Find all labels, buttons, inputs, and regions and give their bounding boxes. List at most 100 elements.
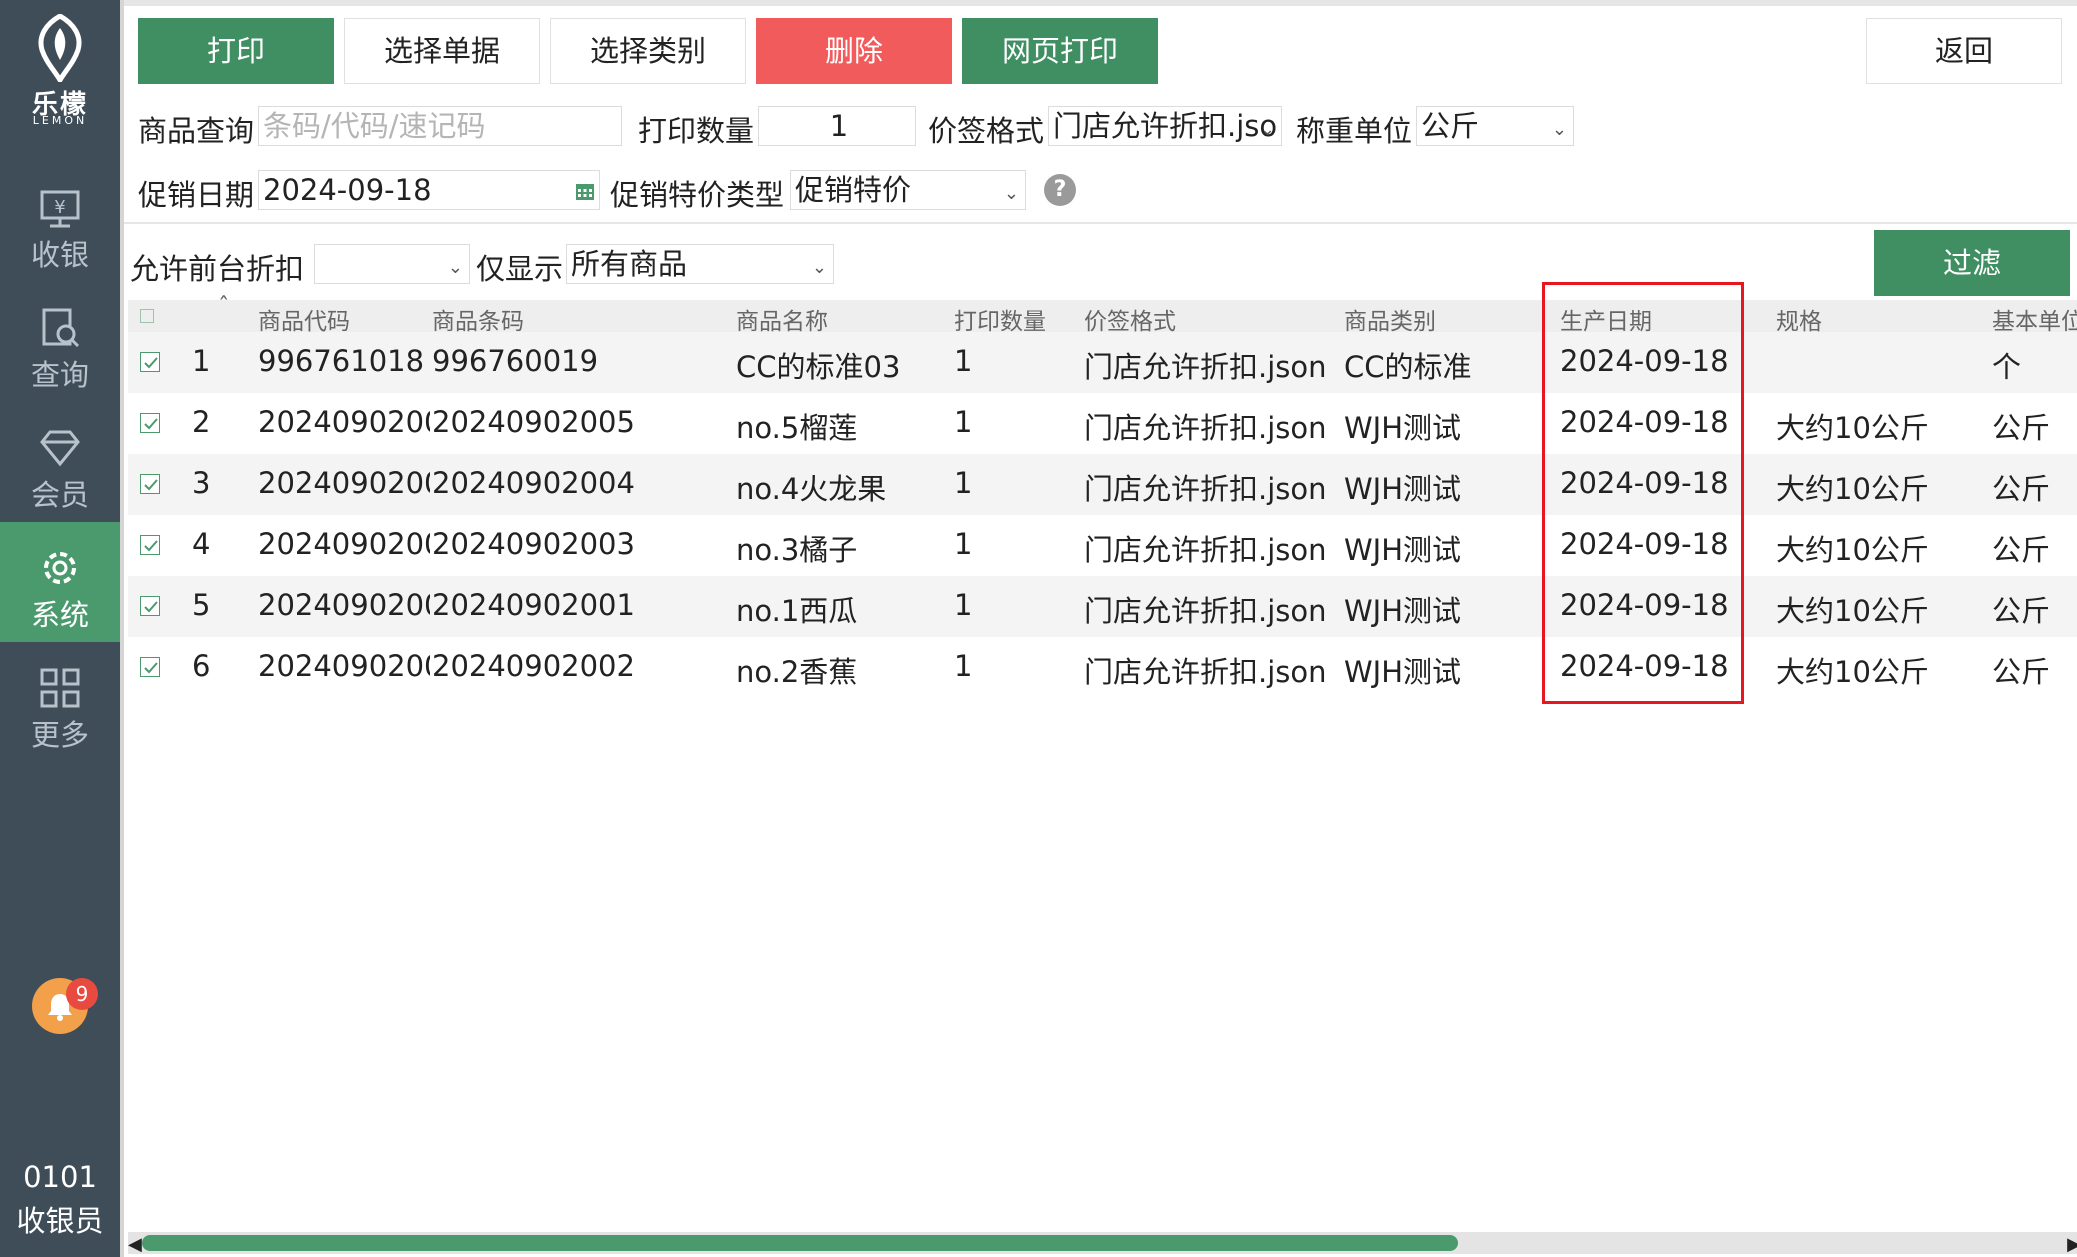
col-code[interactable]: 商品代码	[258, 302, 350, 336]
section-divider	[124, 222, 2077, 224]
select-category-button[interactable]: 选择类别	[550, 18, 746, 84]
user-role: 收银员	[16, 1204, 104, 1238]
show-only-select[interactable]: 所有商品 ⌄	[566, 244, 834, 284]
scroll-right-icon[interactable]: ▶	[2067, 1234, 2077, 1255]
cell-code: 996761018	[258, 344, 425, 378]
main-panel: 打印 选择单据 选择类别 删除 网页打印 返回 商品查询 条码/代码/速记码 打…	[120, 0, 2077, 1257]
sidebar-item-cashier[interactable]: ¥ 收银	[0, 162, 120, 282]
check-icon	[144, 357, 158, 369]
table-row[interactable]: 1 996761018 996760019 CC的标准03 1 门店允许折扣.json CC…	[128, 332, 2077, 393]
grid-icon	[40, 668, 80, 708]
row-checkbox[interactable]	[140, 413, 160, 433]
horizontal-scrollbar[interactable]: ◀ ▶	[128, 1232, 2077, 1255]
cell-format: 门店允许折扣.json	[1084, 533, 1327, 567]
sidebar-item-label: 系统	[30, 598, 89, 632]
weigh-unit-label: 称重单位	[1296, 114, 1413, 148]
table-row[interactable]: 3 2024090200420240902004 no.4火龙果 1 门店允许折扣.js…	[128, 454, 2077, 515]
cell-barcode: 20240902004	[432, 466, 635, 500]
sidebar: 乐檬 LEMON ¥ 收银 查询 会员 系统 更多 9 0101 收银员	[0, 0, 120, 1257]
cell-qty: 1	[954, 344, 973, 378]
cell-barcode: 20240902003	[432, 527, 635, 561]
sidebar-item-member[interactable]: 会员	[0, 402, 120, 522]
col-unit[interactable]: 基本单位	[1992, 302, 2077, 336]
query-icon	[42, 308, 80, 348]
cell-index: 6	[192, 649, 211, 683]
sidebar-item-system[interactable]: 系统	[0, 522, 120, 642]
cell-category: CC的标准	[1344, 350, 1472, 384]
product-query-label: 商品查询	[138, 114, 255, 148]
weigh-unit-value: 公斤	[1421, 109, 1480, 143]
filter-button[interactable]: 过滤	[1874, 230, 2070, 296]
check-icon	[144, 479, 158, 491]
sidebar-item-label: 收银	[30, 238, 89, 272]
col-format[interactable]: 价签格式	[1084, 302, 1176, 336]
sidebar-item-query[interactable]: 查询	[0, 282, 120, 402]
select-all-checkbox[interactable]	[140, 309, 154, 323]
weigh-unit-select[interactable]: 公斤 ⌄	[1416, 106, 1574, 146]
cell-code: 20240902004	[258, 466, 430, 500]
help-icon[interactable]: ?	[1044, 174, 1076, 206]
check-icon	[144, 662, 158, 674]
cell-format: 门店允许折扣.json	[1084, 472, 1327, 506]
col-barcode[interactable]: 商品条码	[432, 302, 524, 336]
lemon-logo-icon	[38, 14, 82, 82]
cell-format: 门店允许折扣.json	[1084, 350, 1327, 384]
cell-category: WJH测试	[1344, 655, 1462, 689]
delete-button[interactable]: 删除	[756, 18, 952, 84]
app-logo: 乐檬 LEMON	[0, 0, 120, 150]
cell-code: 20240902003	[258, 527, 430, 561]
product-query-input[interactable]: 条码/代码/速记码	[258, 106, 622, 146]
cell-unit: 公斤	[1992, 411, 2051, 445]
cell-format: 门店允许折扣.json	[1084, 655, 1327, 689]
cell-category: WJH测试	[1344, 472, 1462, 506]
scrollbar-thumb[interactable]	[142, 1235, 1458, 1251]
sidebar-item-label: 会员	[30, 478, 89, 512]
row-checkbox[interactable]	[140, 352, 160, 372]
col-name[interactable]: 商品名称	[736, 302, 828, 336]
table-row[interactable]: 4 2024090200320240902003 no.3橘子 1 门店允许折扣.jso…	[128, 515, 2077, 576]
cell-category: WJH测试	[1344, 594, 1462, 628]
cell-barcode: 996760019	[432, 344, 599, 378]
row-checkbox[interactable]	[140, 657, 160, 677]
sidebar-item-more[interactable]: 更多	[0, 642, 120, 762]
cell-unit: 公斤	[1992, 533, 2051, 567]
table-row[interactable]: 6 2024090200220240902002 no.2香蕉 1 门店允许折扣.jso…	[128, 637, 2077, 698]
cell-spec: 大约10公斤	[1776, 411, 1929, 445]
table-row[interactable]: 5 2024090200120240902001 no.1西瓜 1 门店允许折扣.jso…	[128, 576, 2077, 637]
print-button[interactable]: 打印	[138, 18, 334, 84]
sidebar-item-label: 更多	[30, 718, 89, 752]
web-print-button[interactable]: 网页打印	[962, 18, 1158, 84]
check-icon	[144, 601, 158, 613]
price-format-select[interactable]: 门店允许折扣.jso ⌄	[1048, 106, 1282, 146]
sidebar-item-label: 查询	[30, 358, 89, 392]
select-document-button[interactable]: 选择单据	[344, 18, 540, 84]
print-qty-input[interactable]: 1	[758, 106, 916, 146]
row-checkbox[interactable]	[140, 535, 160, 555]
row-checkbox[interactable]	[140, 596, 160, 616]
check-icon	[144, 418, 158, 430]
chevron-down-icon: ⌄	[1003, 183, 1019, 204]
sort-indicator-icon: ˆ	[218, 294, 230, 320]
top-divider	[124, 0, 2077, 6]
scroll-left-icon[interactable]: ◀	[128, 1234, 142, 1255]
col-qty[interactable]: 打印数量	[954, 302, 1046, 336]
promo-type-select[interactable]: 促销特价 ⌄	[790, 170, 1026, 210]
cell-index: 2	[192, 405, 211, 439]
table-row[interactable]: 2 2024090200520240902005 no.5榴莲 1 门店允许折扣.jso…	[128, 393, 2077, 454]
col-spec[interactable]: 规格	[1776, 302, 1822, 336]
back-button[interactable]: 返回	[1866, 18, 2062, 84]
promo-date-input[interactable]: 2024-09-18	[258, 170, 600, 210]
cell-category: WJH测试	[1344, 411, 1462, 445]
cell-unit: 公斤	[1992, 594, 2051, 628]
col-category[interactable]: 商品类别	[1344, 302, 1436, 336]
row-checkbox[interactable]	[140, 474, 160, 494]
svg-text:¥: ¥	[54, 197, 65, 218]
cell-qty: 1	[954, 588, 973, 622]
logo-subtext: LEMON	[32, 114, 88, 127]
cell-format: 门店允许折扣.json	[1084, 594, 1327, 628]
cell-index: 1	[192, 344, 211, 378]
calendar-icon[interactable]	[575, 181, 595, 201]
cell-index: 4	[192, 527, 211, 561]
notification-badge: 9	[66, 978, 98, 1010]
allow-discount-select[interactable]: ⌄	[314, 244, 470, 284]
